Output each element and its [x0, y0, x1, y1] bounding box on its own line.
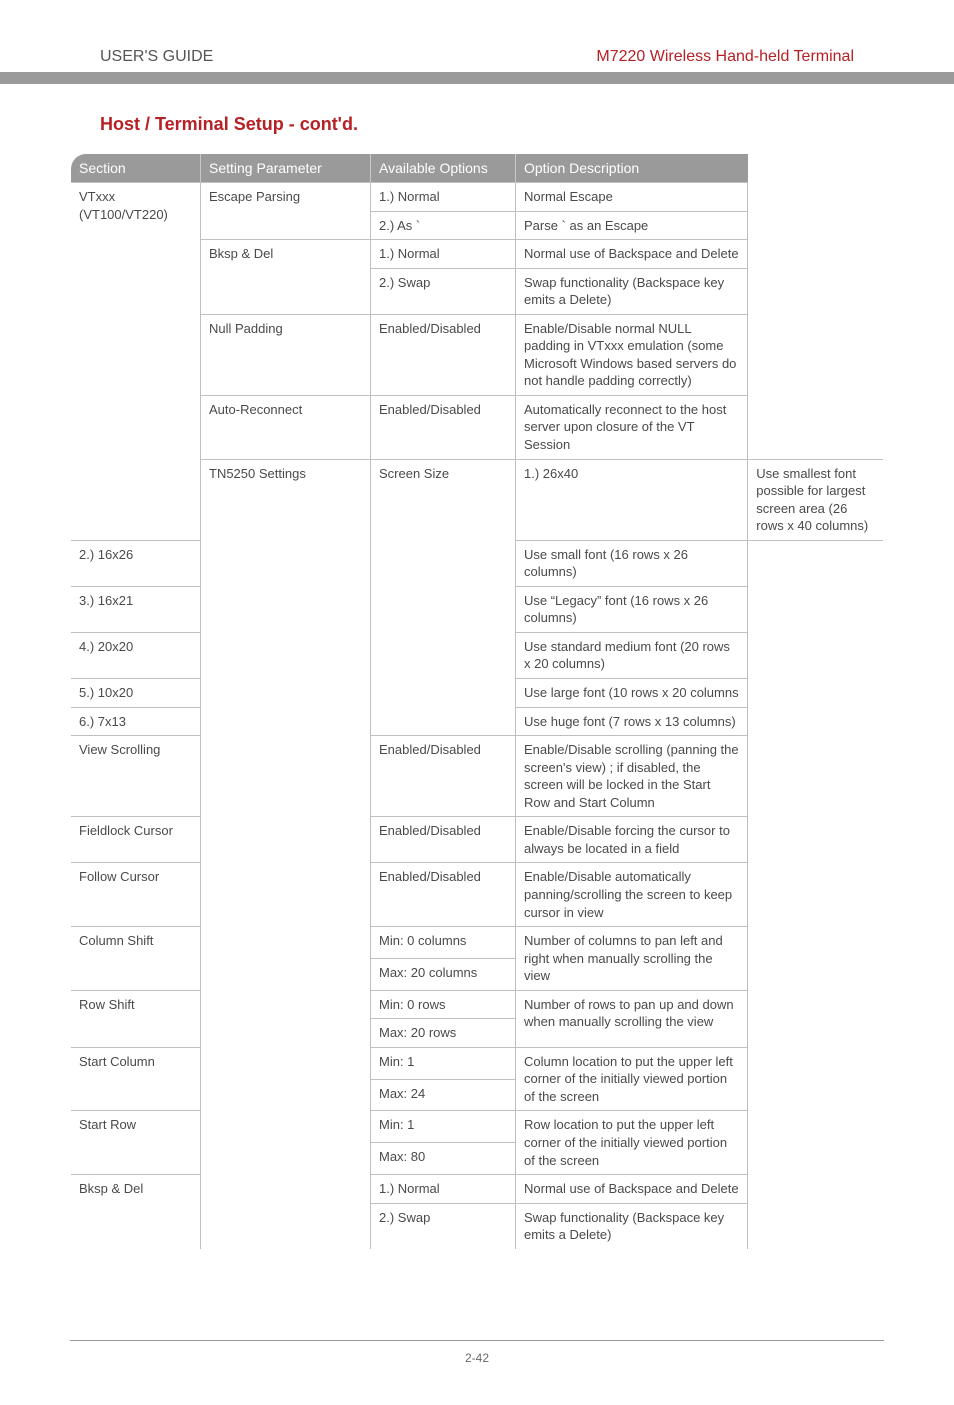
- table-row: View Scrolling Enabled/DisabledEnable/Dis…: [71, 736, 884, 817]
- cell-desc: Normal use of Backspace and Delete: [516, 1175, 748, 1204]
- table-row: Bksp & Del1.) NormalNormal use of Backsp…: [71, 1175, 884, 1204]
- cell-option: 2.) 16x26: [71, 540, 201, 586]
- table-row: Fieldlock Cursor Enabled/DisabledEnable/D…: [71, 817, 884, 863]
- cell-param: Start Row: [71, 1111, 201, 1175]
- cell-desc: Number of columns to pan left and right …: [516, 927, 748, 991]
- cell-option: Max: 20 rows: [371, 1019, 516, 1048]
- cell-option: Enabled/Disabled: [371, 863, 516, 927]
- cell-option: Min: 1: [371, 1047, 516, 1079]
- cell-option: 2.) Swap: [371, 268, 516, 314]
- cell-param: View Scrolling: [71, 736, 201, 817]
- cell-option: Enabled/Disabled: [371, 736, 516, 817]
- cell-option: 2.) As `: [371, 211, 516, 240]
- cell-desc: Parse ` as an Escape: [516, 211, 748, 240]
- cell-option: 2.) Swap: [371, 1203, 516, 1249]
- cell-desc: Normal use of Backspace and Delete: [516, 240, 748, 269]
- table-header-row: Section Setting Parameter Available Opti…: [71, 154, 884, 183]
- cell-param: Fieldlock Cursor: [71, 817, 201, 863]
- cell-option: Enabled/Disabled: [371, 395, 516, 459]
- cell-param: Row Shift: [71, 990, 201, 1047]
- cell-desc: Use “Legacy” font (16 rows x 26 columns): [516, 586, 748, 632]
- cell-desc: Swap functionality (Backspace key emits …: [516, 268, 748, 314]
- th-desc: Option Description: [516, 154, 748, 183]
- table-row: Start ColumnMin: 1Column location to put…: [71, 1047, 884, 1079]
- cell-param: Screen Size: [371, 459, 516, 736]
- table-row: Follow Cursor Enabled/DisabledEnable/Disa…: [71, 863, 884, 927]
- cell-option: 1.) Normal: [371, 1175, 516, 1204]
- page-number: 2-42: [70, 1351, 884, 1365]
- cell-desc: Enable/Disable scrolling (panning the sc…: [516, 736, 748, 817]
- cell-desc: Use small font (16 rows x 26 columns): [516, 540, 748, 586]
- cell-option: 4.) 20x20: [71, 632, 201, 678]
- cell-option: 1.) 26x40: [516, 459, 748, 540]
- cell-option: Min: 0 columns: [371, 927, 516, 959]
- cell-option: 5.) 10x20: [71, 679, 201, 708]
- cell-desc: Row location to put the upper left corne…: [516, 1111, 748, 1175]
- page-header: USER'S GUIDE M7220 Wireless Hand-held Te…: [70, 48, 884, 66]
- table-row: VTxxx (VT100/VT220)Escape Parsing1.) Nor…: [71, 183, 884, 212]
- cell-option: 3.) 16x21: [71, 586, 201, 632]
- cell-option: Max: 24: [371, 1079, 516, 1111]
- cell-desc: Use smallest font possible for largest s…: [748, 459, 884, 540]
- cell-option: Max: 20 columns: [371, 958, 516, 990]
- section-title: Host / Terminal Setup - cont'd.: [100, 114, 884, 135]
- cell-option: Enabled/Disabled: [371, 817, 516, 863]
- th-param: Setting Parameter: [201, 154, 371, 183]
- header-left: USER'S GUIDE: [100, 48, 213, 66]
- th-section: Section: [71, 154, 201, 183]
- cell-param: Null Padding: [201, 314, 371, 395]
- cell-desc: Swap functionality (Backspace key emits …: [516, 1203, 748, 1249]
- cell-desc: Number of rows to pan up and down when m…: [516, 990, 748, 1047]
- cell-option: 6.) 7x13: [71, 707, 201, 736]
- cell-param: Escape Parsing: [201, 183, 371, 240]
- cell-desc: Enable/Disable automatically panning/scr…: [516, 863, 748, 927]
- cell-desc: Use large font (10 rows x 20 columns: [516, 679, 748, 708]
- cell-desc: Use standard medium font (20 rows x 20 c…: [516, 632, 748, 678]
- cell-param: Auto-Reconnect: [201, 395, 371, 459]
- th-option: Available Options: [371, 154, 516, 183]
- cell-param: Column Shift: [71, 927, 201, 991]
- cell-param: Follow Cursor: [71, 863, 201, 927]
- cell-option: Min: 0 rows: [371, 990, 516, 1019]
- cell-section: VTxxx (VT100/VT220): [71, 183, 201, 541]
- cell-param: Start Column: [71, 1047, 201, 1111]
- table-row: Start RowMin: 1Row location to put the u…: [71, 1111, 884, 1143]
- cell-option: Min: 1: [371, 1111, 516, 1143]
- cell-param: Bksp & Del: [71, 1175, 201, 1250]
- cell-section: TN5250 Settings: [201, 459, 371, 1249]
- cell-desc: Column location to put the upper left co…: [516, 1047, 748, 1111]
- cell-option: Max: 80: [371, 1143, 516, 1175]
- header-right: M7220 Wireless Hand-held Terminal: [596, 48, 854, 66]
- cell-desc: Enable/Disable normal NULL padding in VT…: [516, 314, 748, 395]
- table-row: Column ShiftMin: 0 columnsNumber of colu…: [71, 927, 884, 959]
- cell-desc: Enable/Disable forcing the cursor to alw…: [516, 817, 748, 863]
- settings-table: Section Setting Parameter Available Opti…: [70, 153, 884, 1250]
- footer-rule: [70, 1340, 884, 1341]
- cell-desc: Automatically reconnect to the host serv…: [516, 395, 748, 459]
- cell-option: 1.) Normal: [371, 240, 516, 269]
- cell-param: Bksp & Del: [201, 240, 371, 315]
- cell-option: 1.) Normal: [371, 183, 516, 212]
- cell-option: Enabled/Disabled: [371, 314, 516, 395]
- header-rule: [0, 72, 954, 84]
- cell-desc: Normal Escape: [516, 183, 748, 212]
- table-row: Row ShiftMin: 0 rowsNumber of rows to pa…: [71, 990, 884, 1019]
- cell-desc: Use huge font (7 rows x 13 columns): [516, 707, 748, 736]
